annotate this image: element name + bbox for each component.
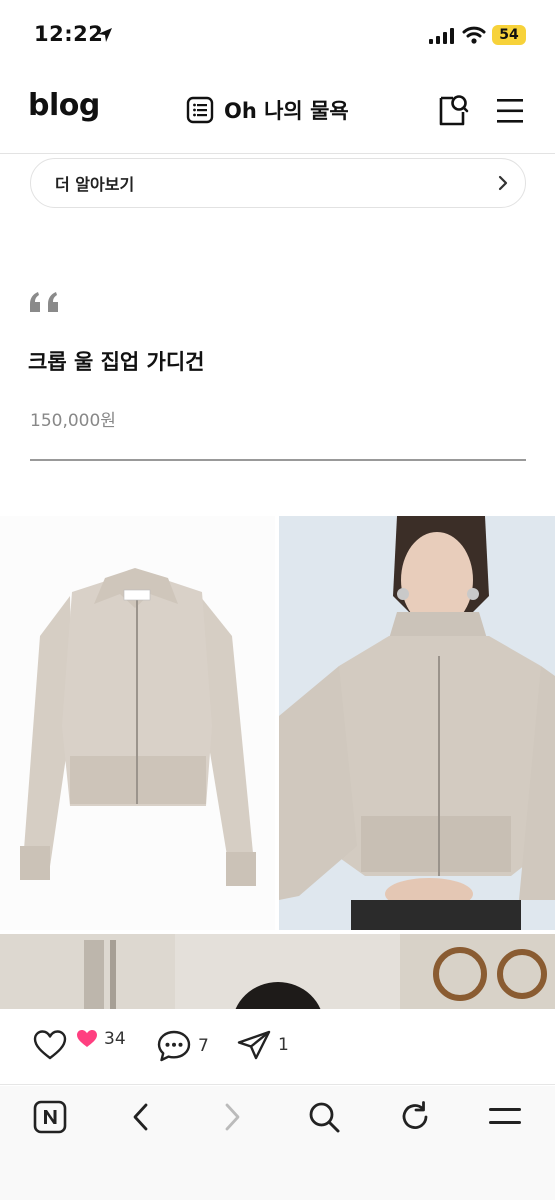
- like-button[interactable]: [32, 1029, 68, 1061]
- list-icon: [186, 96, 214, 124]
- back-icon[interactable]: [130, 1102, 152, 1132]
- refresh-icon[interactable]: [398, 1100, 432, 1134]
- status-bar: 12:22 54: [0, 0, 555, 70]
- second-row-photo[interactable]: [0, 934, 555, 1009]
- chevron-right-icon: [498, 175, 508, 191]
- wifi-icon: [462, 26, 486, 44]
- learn-more-button[interactable]: 더 알아보기: [30, 158, 526, 208]
- like-count-group[interactable]: 34: [76, 1029, 126, 1049]
- location-arrow-icon: [98, 28, 112, 42]
- heart-filled-icon: [77, 1030, 97, 1047]
- reaction-bar: 34 7 1: [0, 1009, 555, 1085]
- like-count: 34: [104, 1029, 126, 1049]
- share-count: 1: [278, 1035, 289, 1055]
- share-icon: [237, 1030, 271, 1060]
- browser-toolbar: [0, 1086, 555, 1200]
- battery-indicator: 54: [492, 25, 526, 45]
- product-name: 크롭 울 집업 가디건: [28, 349, 205, 374]
- search-icon[interactable]: [307, 1100, 341, 1134]
- quote-icon: [30, 292, 58, 312]
- status-time: 12:22: [34, 22, 104, 46]
- share-button[interactable]: 1: [236, 1029, 289, 1061]
- header-divider: [0, 153, 555, 154]
- product-divider: [30, 459, 526, 461]
- search-tag-icon[interactable]: [437, 92, 469, 128]
- heart-outline-icon: [33, 1030, 67, 1060]
- learn-more-label: 더 알아보기: [55, 175, 135, 194]
- model-photo[interactable]: [279, 516, 555, 930]
- photo-grid: [0, 516, 555, 1009]
- menu-icon[interactable]: [488, 1106, 522, 1128]
- blog-header: blog Oh 나의 물욕: [0, 78, 555, 142]
- blog-logo[interactable]: blog: [28, 88, 100, 123]
- cardigan-product-photo[interactable]: [0, 516, 275, 930]
- comment-button[interactable]: 7: [156, 1029, 209, 1063]
- menu-icon[interactable]: [496, 98, 524, 124]
- naver-home-icon[interactable]: [33, 1100, 67, 1134]
- forward-icon[interactable]: [221, 1102, 243, 1132]
- blog-title-text: Oh 나의 물욕: [224, 99, 349, 123]
- product-price: 150,000원: [30, 411, 116, 431]
- comment-icon: [157, 1030, 191, 1062]
- comment-count: 7: [198, 1036, 209, 1056]
- blog-title[interactable]: Oh 나의 물욕: [186, 94, 349, 126]
- signal-icon: [429, 28, 454, 44]
